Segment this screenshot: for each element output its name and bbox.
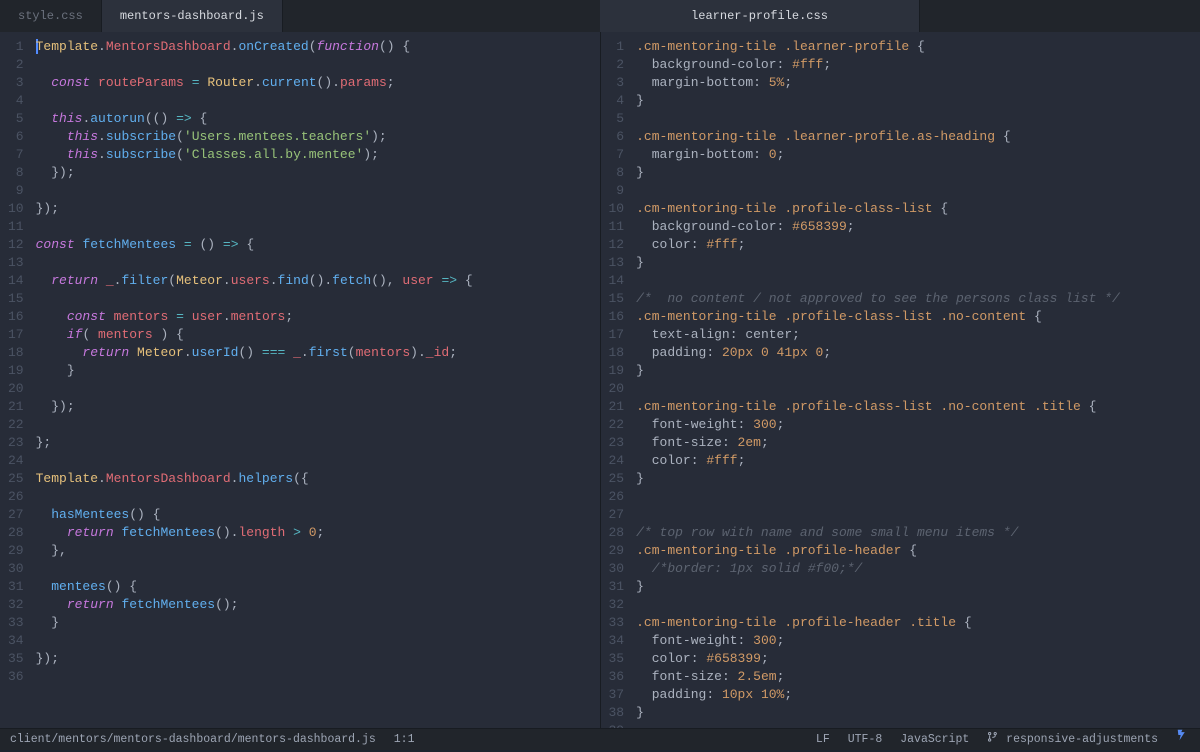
git-branch-icon — [987, 730, 999, 752]
status-git-branch-name: responsive-adjustments — [1006, 733, 1158, 746]
editor-pane-right[interactable]: 1234567891011121314151617181920212223242… — [600, 32, 1200, 728]
tab-learner-profile-css[interactable]: learner-profile.css — [600, 0, 920, 32]
status-bar-left: client/mentors/mentors-dashboard/mentors… — [10, 729, 414, 750]
status-eol[interactable]: LF — [816, 729, 830, 751]
tab-group-left: style.css mentors-dashboard.js — [0, 0, 600, 32]
status-file-path[interactable]: client/mentors/mentors-dashboard/mentors… — [10, 729, 376, 751]
code-left[interactable]: Template.MentorsDashboard.onCreated(func… — [34, 32, 600, 728]
tab-mentors-dashboard-js[interactable]: mentors-dashboard.js — [102, 0, 283, 32]
editor-panes: 1234567891011121314151617181920212223242… — [0, 32, 1200, 728]
tab-bar: style.css mentors-dashboard.js learner-p… — [0, 0, 1200, 32]
status-bar-right: LF UTF-8 JavaScript responsive-adjustmen… — [816, 729, 1190, 750]
status-notifications-icon[interactable] — [1176, 728, 1190, 751]
gutter-left: 1234567891011121314151617181920212223242… — [0, 32, 34, 728]
status-git-branch[interactable]: responsive-adjustments — [987, 729, 1158, 751]
editor-pane-left[interactable]: 1234567891011121314151617181920212223242… — [0, 32, 600, 728]
status-cursor-position[interactable]: 1:1 — [394, 729, 415, 751]
tab-group-right: learner-profile.css — [600, 0, 1200, 32]
editor-window: style.css mentors-dashboard.js learner-p… — [0, 0, 1200, 750]
code-right[interactable]: .cm-mentoring-tile .learner-profile { ba… — [634, 32, 1200, 728]
status-language[interactable]: JavaScript — [900, 729, 969, 751]
gutter-right: 1234567891011121314151617181920212223242… — [601, 32, 635, 728]
tab-style-css[interactable]: style.css — [0, 0, 102, 32]
status-bar: client/mentors/mentors-dashboard/mentors… — [0, 728, 1200, 750]
status-encoding[interactable]: UTF-8 — [848, 729, 883, 751]
